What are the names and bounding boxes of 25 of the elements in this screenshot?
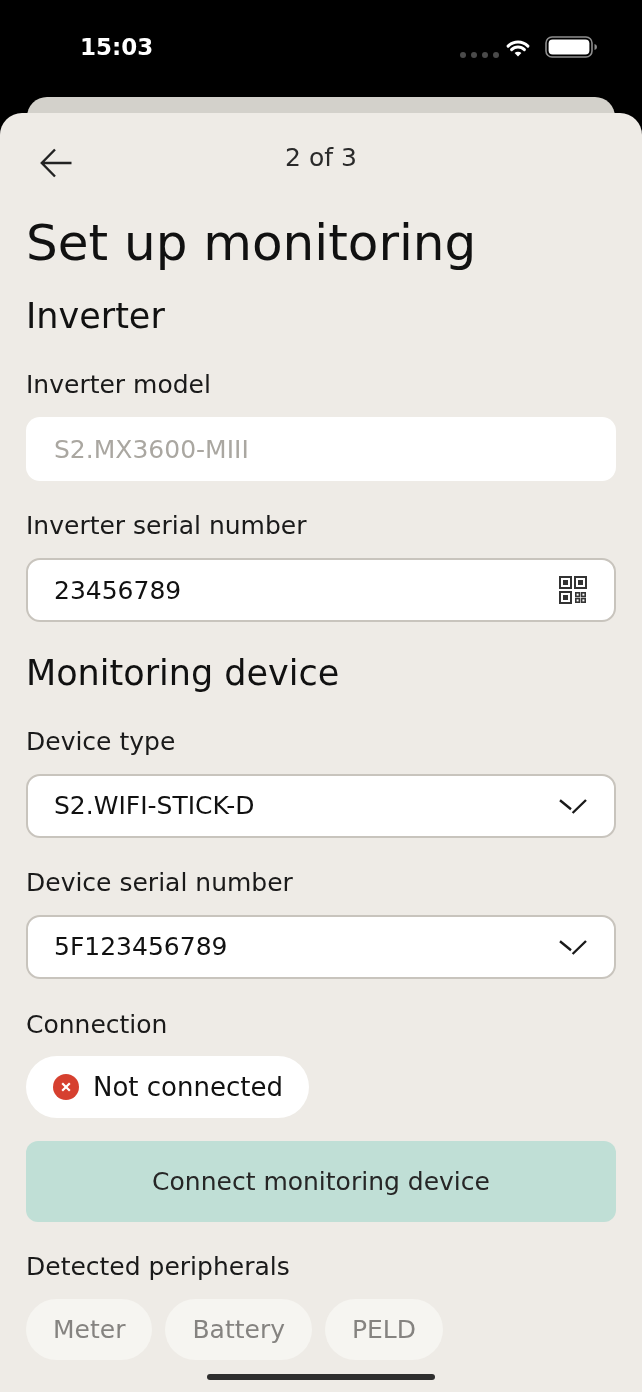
battery-icon bbox=[545, 36, 598, 58]
field-label: Device serial number bbox=[26, 868, 294, 898]
field-label: Detected peripherals bbox=[26, 1252, 291, 1282]
dropdown-field[interactable]: 5F123456789 bbox=[26, 915, 616, 979]
peripheral-tag: PELD bbox=[324, 1299, 443, 1360]
section-heading: Inverter bbox=[26, 296, 166, 336]
dropdown-field[interactable]: S2.WIFI-STICK-D bbox=[26, 774, 616, 838]
chevron-down-icon[interactable] bbox=[559, 939, 587, 955]
back-arrow-icon[interactable] bbox=[40, 148, 72, 178]
peripheral-tag: Battery bbox=[165, 1299, 312, 1360]
peripheral-tag: Meter bbox=[26, 1299, 153, 1360]
section-heading: Monitoring device bbox=[26, 653, 341, 693]
field-label: Inverter serial number bbox=[26, 511, 308, 541]
status-time: 15:03 bbox=[80, 33, 154, 61]
page-title: Set up monitoring bbox=[26, 213, 478, 273]
connect-button[interactable]: Connect monitoring device bbox=[26, 1141, 616, 1222]
field-label: Device type bbox=[26, 727, 177, 757]
status-text: Not connected bbox=[93, 1071, 283, 1103]
step-indicator: 2 of 3 bbox=[285, 143, 357, 173]
qr-code-icon[interactable] bbox=[559, 576, 587, 604]
field-label: Inverter model bbox=[26, 370, 212, 400]
chevron-down-icon[interactable] bbox=[559, 798, 587, 814]
cellular-signal-icon bbox=[460, 52, 499, 58]
field-label: Connection bbox=[26, 1010, 169, 1040]
input-field[interactable]: 23456789 bbox=[26, 558, 616, 622]
